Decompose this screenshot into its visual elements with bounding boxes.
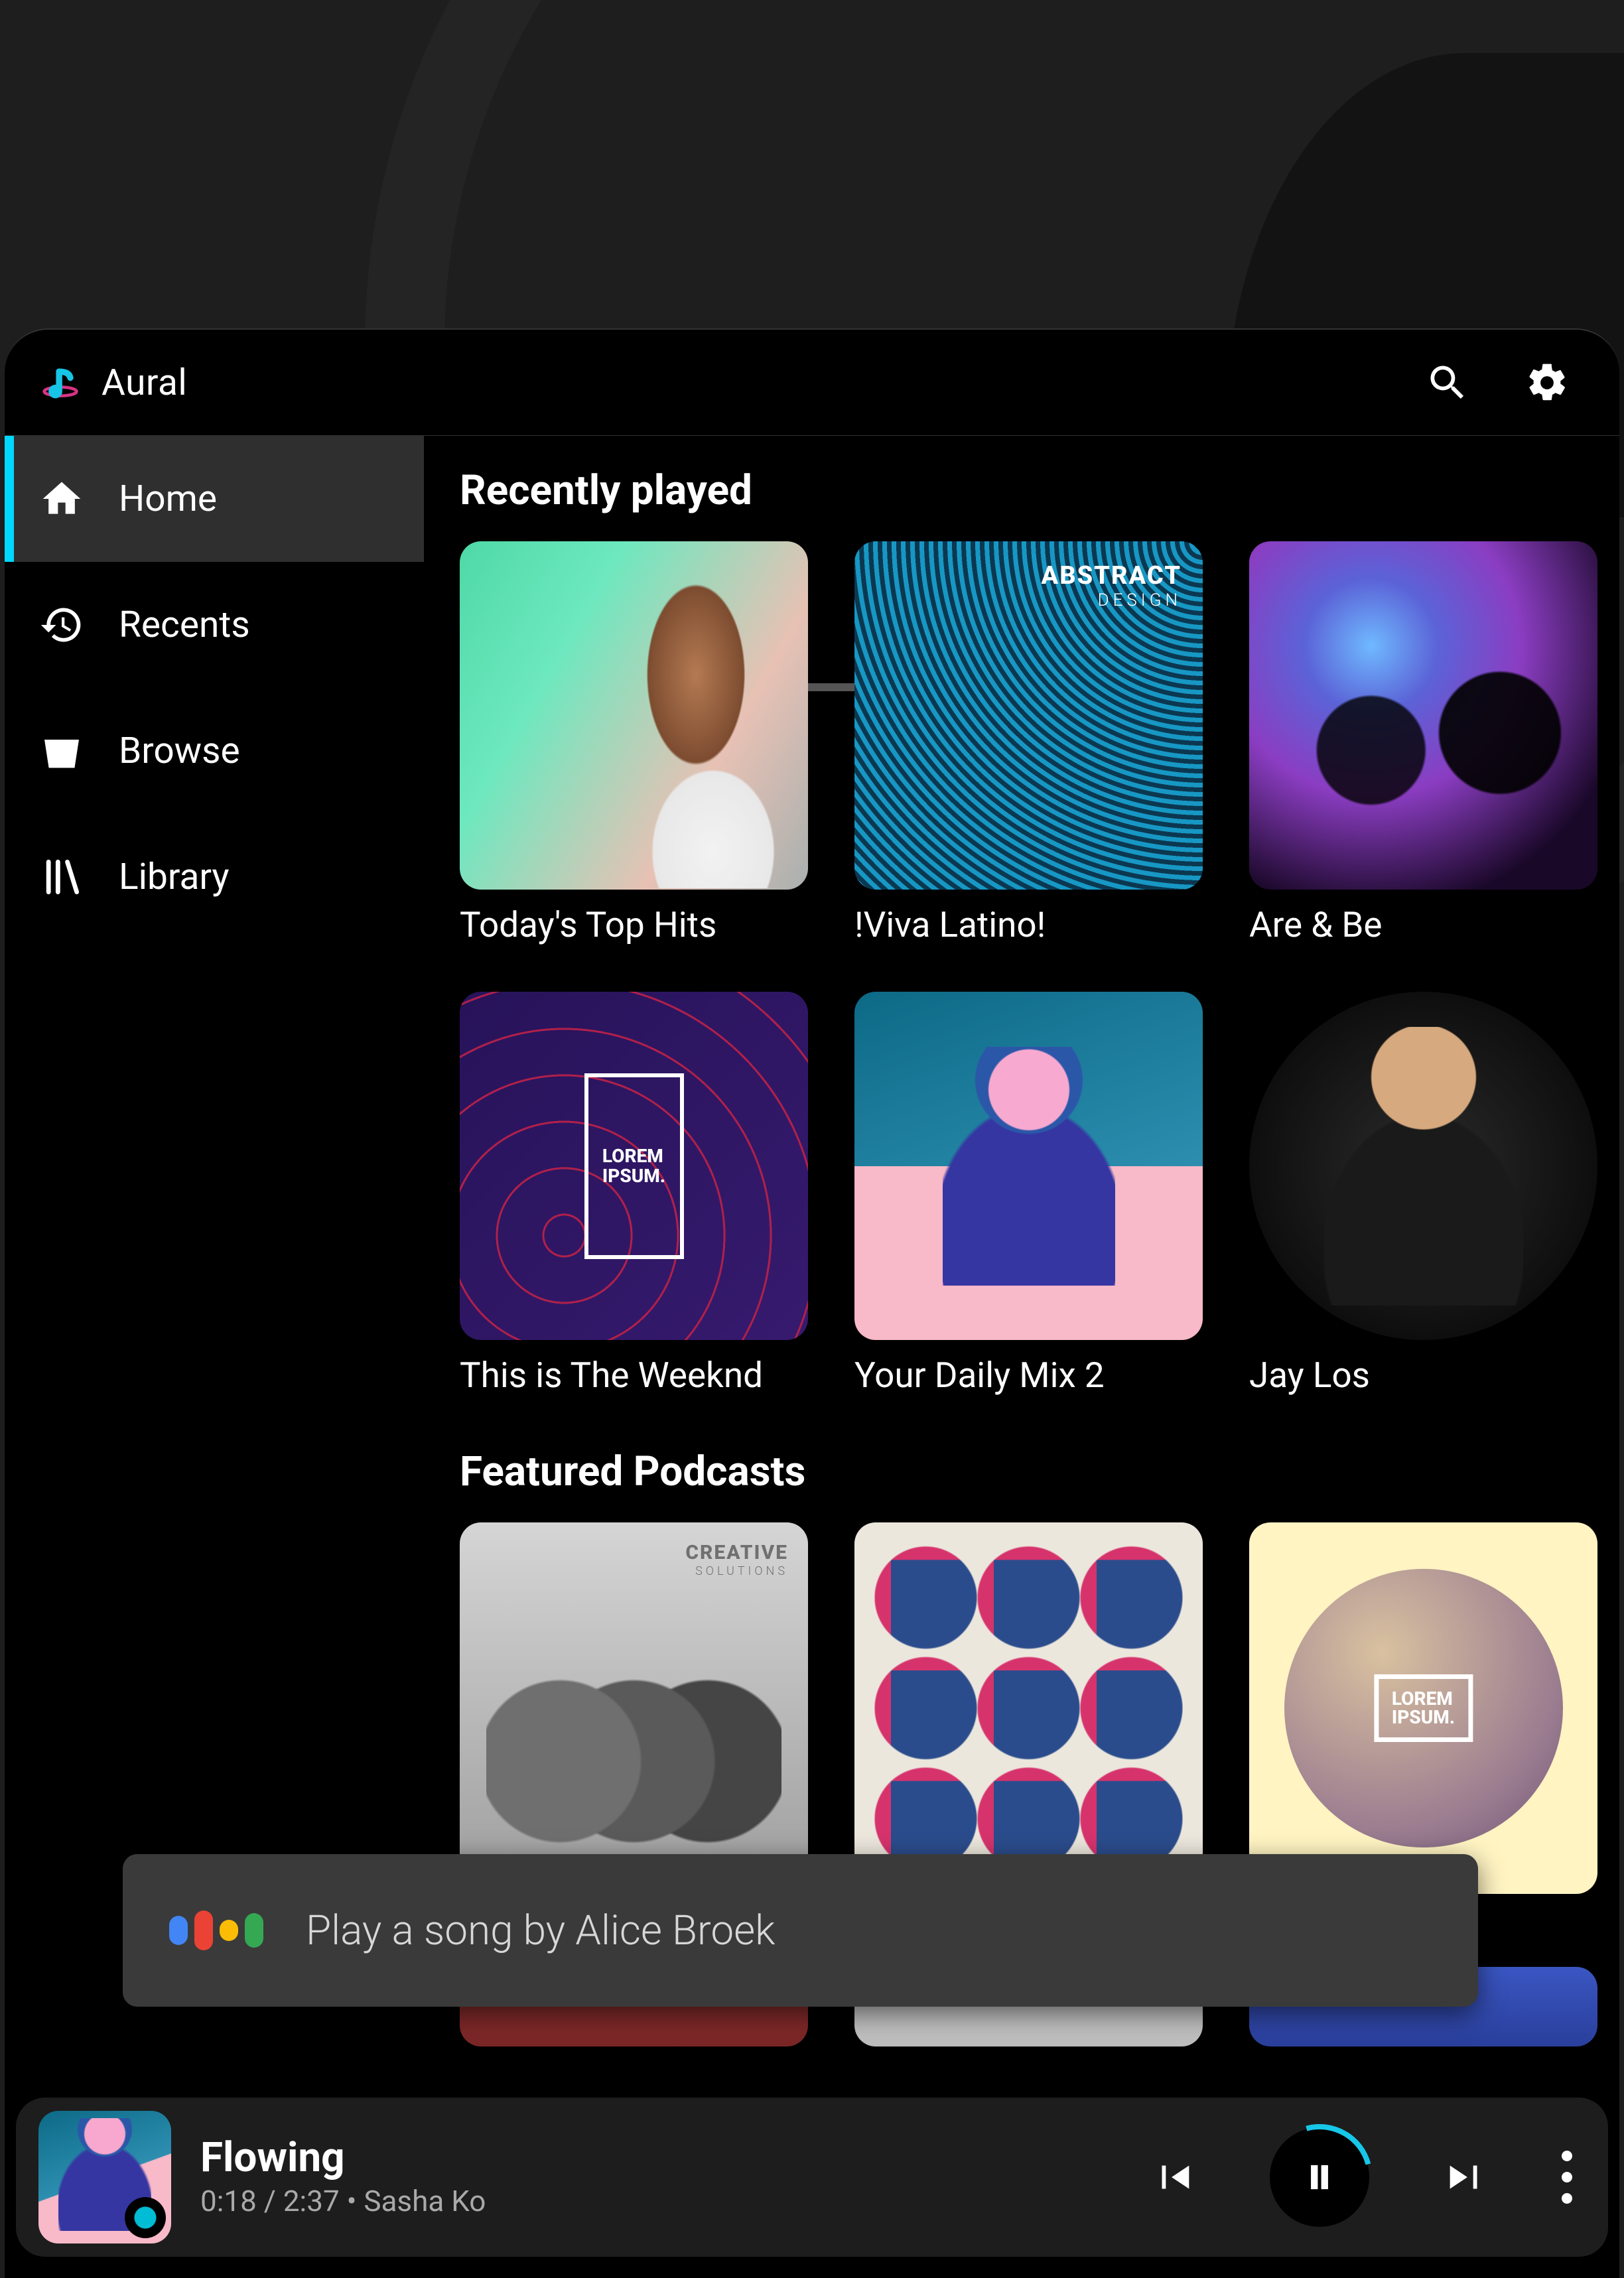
playlist-tile[interactable]: Your Daily Mix 2 [854,992,1203,1396]
artist-name: Jay Los [1249,1355,1568,1396]
app-logo-icon [40,363,80,403]
sidebar-item-label: Home [119,478,217,520]
now-playing-subtitle: 0:18 / 2:37 • Sasha Ko [200,2184,486,2218]
settings-button[interactable] [1511,346,1584,419]
playlist-artwork [1249,541,1597,890]
podcast-artwork: CREATIVE SOLUTIONS [460,1522,808,1894]
sidebar-item-library[interactable]: Library [5,814,424,940]
sidebar-item-recents[interactable]: Recents [5,562,424,688]
now-playing-meta: Flowing 0:18 / 2:37 • Sasha Ko [200,2136,486,2218]
app-header: Aural [5,330,1619,436]
voice-assistant-bar[interactable]: Play a song by Alice Broek [123,1854,1478,2007]
history-icon [39,602,84,647]
playlist-artwork [460,541,808,890]
skip-previous-icon [1150,2154,1197,2200]
sidebar-item-label: Library [119,856,230,898]
playlist-title: Your Daily Mix 2 [854,1355,1173,1396]
pause-icon [1299,2157,1340,2198]
podcast-artwork: LOREM IPSUM. [1249,1522,1597,1894]
podcast-artwork [854,1522,1203,1894]
browse-icon [39,728,84,773]
home-icon [39,476,84,521]
brand[interactable]: Aural [40,362,187,404]
artwork-overlay-text: LOREMIPSUM. [584,1073,684,1259]
more-vert-icon [1562,2151,1572,2204]
skip-next-icon [1442,2154,1489,2200]
search-button[interactable] [1411,346,1484,419]
now-playing-artwork [38,2111,171,2244]
playlist-tile[interactable]: LOREMIPSUM. This is The Weeknd [460,992,808,1396]
artwork-overlay-text: LOREM IPSUM. [1374,1674,1473,1742]
app-name: Aural [102,362,187,404]
playlist-artwork: ABSTRACT DESIGN [854,541,1203,890]
artwork-overlay-text: ABSTRACT DESIGN [1042,561,1182,610]
playlist-title: Are & Be [1249,904,1568,945]
gear-icon [1524,360,1570,405]
section-title-recently-played: Recently played [460,466,1619,515]
search-icon [1425,360,1470,405]
now-playing-title: Flowing [200,2136,486,2179]
section-title-featured-podcasts: Featured Podcasts [460,1447,1619,1496]
playlist-artwork [854,992,1203,1340]
artwork-overlay-text: CREATIVE SOLUTIONS [685,1541,788,1578]
playback-controls [1150,2127,1572,2227]
assistant-transcript: Play a song by Alice Broek [306,1907,776,1955]
artist-tile[interactable]: Jay Los [1249,992,1597,1396]
more-options-button[interactable] [1562,2151,1572,2204]
playlist-title: This is The Weeknd [460,1355,778,1396]
sidebar-item-label: Recents [119,604,250,646]
play-pause-button[interactable] [1270,2127,1369,2227]
assistant-logo-icon [169,1910,263,1950]
playlist-title: !Viva Latino! [854,904,1173,945]
next-track-button[interactable] [1442,2154,1489,2200]
sidebar-item-browse[interactable]: Browse [5,688,424,814]
podcast-tile[interactable] [854,1522,1203,1894]
podcast-tile[interactable]: CREATIVE SOLUTIONS [460,1522,808,1894]
featured-podcasts-grid: CREATIVE SOLUTIONS LOREM IPSUM. [460,1522,1619,1894]
playlist-tile[interactable]: Are & Be [1249,541,1597,945]
sidebar-item-home[interactable]: Home [5,436,424,562]
now-playing-bar[interactable]: Flowing 0:18 / 2:37 • Sasha Ko [16,2098,1608,2257]
playlist-artwork: LOREMIPSUM. [460,992,808,1340]
podcast-tile[interactable]: LOREM IPSUM. [1249,1522,1597,1894]
playlist-tile[interactable]: ABSTRACT DESIGN !Viva Latino! [854,541,1203,945]
previous-track-button[interactable] [1150,2154,1197,2200]
sidebar-item-label: Browse [119,730,240,772]
library-icon [39,854,84,900]
artist-artwork [1249,992,1597,1340]
playlist-tile[interactable]: Today's Top Hits [460,541,808,945]
playlist-title: Today's Top Hits [460,904,778,945]
recently-played-grid: Today's Top Hits ABSTRACT DESIGN !Viva L… [460,541,1619,1396]
